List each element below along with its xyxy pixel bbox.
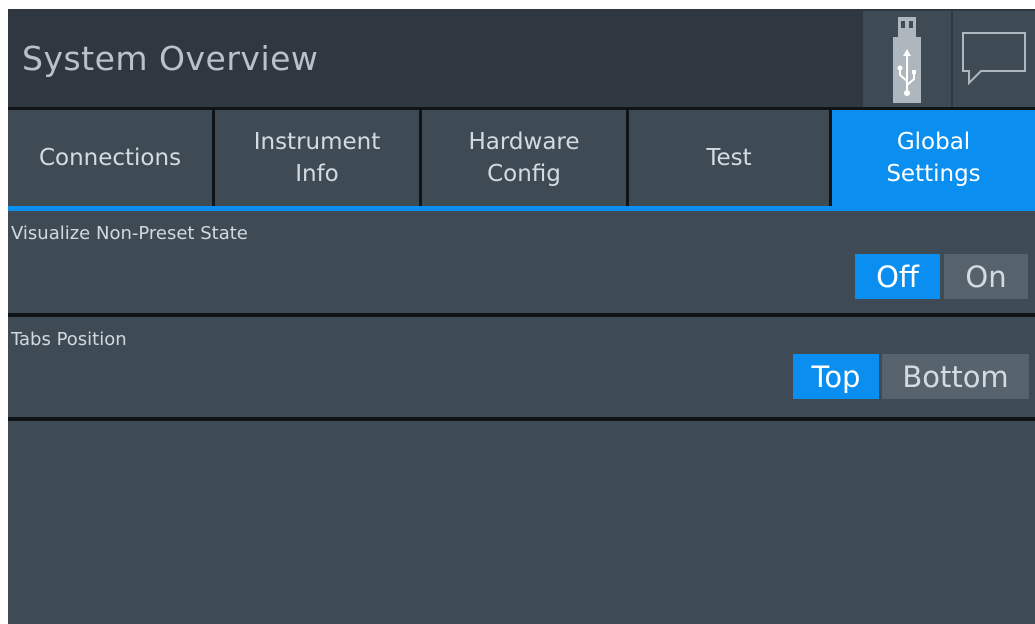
setting-label: Visualize Non-Preset State	[11, 223, 248, 244]
system-overview-window: System Overview Connections Instrument I…	[8, 9, 1035, 624]
option-off-button[interactable]: Off	[855, 254, 940, 299]
tab-test[interactable]: Test	[629, 110, 829, 206]
message-icon	[962, 32, 1026, 86]
tab-label: Connections	[38, 145, 182, 171]
tab-hardware-config[interactable]: Hardware Config	[422, 110, 626, 206]
page-title: System Overview	[22, 39, 319, 78]
setting-label: Tabs Position	[11, 329, 127, 350]
setting-tabs-position: Tabs Position Top Bottom	[8, 317, 1035, 417]
option-bottom-button[interactable]: Bottom	[882, 354, 1029, 399]
setting-visualize-non-preset-state: Visualize Non-Preset State Off On	[8, 211, 1035, 313]
tab-bar: Connections Instrument Info Hardware Con…	[8, 110, 1035, 206]
tab-label: Instrument Info	[253, 129, 381, 187]
tab-label: Test	[706, 145, 752, 171]
tab-instrument-info[interactable]: Instrument Info	[215, 110, 419, 206]
usb-button[interactable]	[863, 11, 951, 107]
message-button[interactable]	[953, 11, 1035, 107]
tab-global-settings[interactable]: Global Settings	[832, 110, 1035, 206]
option-on-button[interactable]: On	[944, 254, 1028, 299]
usb-icon	[893, 17, 921, 103]
option-top-button[interactable]: Top	[793, 354, 879, 399]
content-area	[8, 421, 1035, 624]
tab-label: Hardware Config	[468, 129, 580, 187]
tab-label: Global Settings	[886, 129, 981, 187]
title-bar: System Overview	[8, 9, 1035, 107]
tab-connections[interactable]: Connections	[8, 110, 212, 206]
